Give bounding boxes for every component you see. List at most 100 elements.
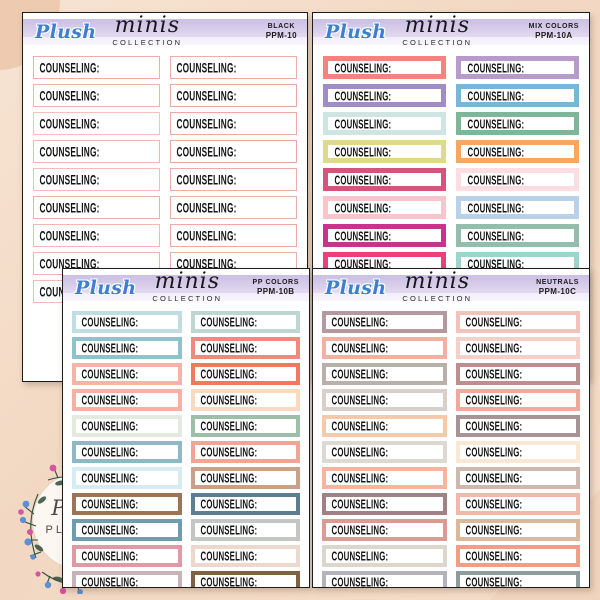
sticker-label[interactable]: COUNSELING: bbox=[456, 168, 579, 191]
sticker-label[interactable]: COUNSELING: bbox=[455, 389, 580, 411]
sticker-label[interactable]: COUNSELING: bbox=[190, 467, 300, 489]
sticker-text: COUNSELING: bbox=[465, 522, 522, 538]
sticker-inner-frame: COUNSELING: bbox=[194, 315, 296, 330]
sticker-label[interactable]: COUNSELING: bbox=[323, 84, 446, 107]
sticker-text: COUNSELING: bbox=[331, 340, 389, 356]
sticker-label[interactable]: COUNSELING: bbox=[456, 140, 579, 163]
sticker-label[interactable]: COUNSELING: bbox=[72, 441, 182, 463]
sticker-label[interactable]: COUNSELING: bbox=[455, 467, 580, 489]
sticker-label[interactable]: COUNSELING: bbox=[72, 363, 182, 385]
sticker-label[interactable]: COUNSELING: bbox=[322, 363, 447, 385]
sticker-label[interactable]: COUNSELING: bbox=[190, 519, 300, 541]
sticker-label[interactable]: COUNSELING: bbox=[322, 415, 447, 437]
sticker-label[interactable]: COUNSELING: bbox=[72, 415, 182, 437]
sticker-label[interactable]: COUNSELING: bbox=[33, 140, 160, 163]
sticker-label[interactable]: COUNSELING: bbox=[190, 389, 300, 411]
sticker-label[interactable]: COUNSELING: bbox=[72, 311, 182, 333]
sticker-label[interactable]: COUNSELING: bbox=[170, 224, 297, 247]
sticker-label[interactable]: COUNSELING: bbox=[72, 389, 182, 411]
sticker-inner-frame: COUNSELING: bbox=[76, 497, 178, 512]
sticker-label[interactable]: COUNSELING: bbox=[456, 112, 579, 135]
sticker-inner-frame: COUNSELING: bbox=[459, 575, 576, 587]
sticker-label[interactable]: COUNSELING: bbox=[170, 168, 297, 191]
sticker-label[interactable]: COUNSELING: bbox=[190, 545, 300, 567]
sticker-label[interactable]: COUNSELING: bbox=[456, 196, 579, 219]
sticker-label[interactable]: COUNSELING: bbox=[190, 415, 300, 437]
sticker-label[interactable]: COUNSELING: bbox=[322, 467, 447, 489]
sticker-label[interactable]: COUNSELING: bbox=[322, 519, 447, 541]
sticker-label[interactable]: COUNSELING: bbox=[455, 415, 580, 437]
sticker-label[interactable]: COUNSELING: bbox=[322, 337, 447, 359]
sticker-label[interactable]: COUNSELING: bbox=[190, 493, 300, 515]
sticker-text: COUNSELING: bbox=[467, 60, 525, 75]
sticker-inner-frame: COUNSELING: bbox=[459, 419, 576, 434]
sticker-label[interactable]: COUNSELING: bbox=[190, 571, 300, 587]
sticker-label[interactable]: COUNSELING: bbox=[455, 545, 580, 567]
sticker-label[interactable]: COUNSELING: bbox=[322, 545, 447, 567]
sticker-label[interactable]: COUNSELING: bbox=[322, 441, 447, 463]
sticker-label[interactable]: COUNSELING: bbox=[322, 389, 447, 411]
collection-title: minis bbox=[404, 13, 471, 39]
sticker-label[interactable]: COUNSELING: bbox=[72, 519, 182, 541]
sticker-label[interactable]: COUNSELING: bbox=[33, 196, 160, 219]
sticker-label[interactable]: COUNSELING: bbox=[455, 311, 580, 333]
sticker-label[interactable]: COUNSELING: bbox=[455, 441, 580, 463]
sticker-label[interactable]: COUNSELING: bbox=[455, 337, 580, 359]
sticker-label[interactable]: COUNSELING: bbox=[455, 363, 580, 385]
sticker-text: COUNSELING: bbox=[467, 144, 525, 159]
sticker-inner-frame: COUNSELING: bbox=[194, 393, 296, 408]
sticker-label[interactable]: COUNSELING: bbox=[322, 311, 447, 333]
sticker-label[interactable]: COUNSELING: bbox=[170, 112, 297, 135]
sticker-text: COUNSELING: bbox=[331, 496, 389, 512]
sticker-text: COUNSELING: bbox=[331, 548, 389, 564]
sticker-text: COUNSELING: bbox=[465, 340, 522, 356]
sticker-grid: COUNSELING: COUNSELING: COUNSELING: COUNSEL… bbox=[313, 307, 589, 587]
sticker-label[interactable]: COUNSELING: bbox=[456, 84, 579, 107]
sticker-text: COUNSELING: bbox=[176, 228, 237, 243]
sticker-label[interactable]: COUNSELING: bbox=[72, 467, 182, 489]
sticker-inner-frame: COUNSELING: bbox=[194, 445, 296, 460]
sticker-label[interactable]: COUNSELING: bbox=[170, 56, 297, 79]
sticker-label[interactable]: COUNSELING: bbox=[33, 112, 160, 135]
sticker-label[interactable]: COUNSELING: bbox=[323, 56, 446, 79]
sticker-label[interactable]: COUNSELING: bbox=[323, 224, 446, 247]
sku-code: PPM-10A bbox=[535, 31, 573, 41]
sticker-sheet-neutrals[interactable]: Plush minis COLLECTION NEUTRALS PPM-10C COUNS… bbox=[312, 268, 590, 588]
sticker-label[interactable]: COUNSELING: bbox=[72, 493, 182, 515]
sticker-label[interactable]: COUNSELING: bbox=[190, 337, 300, 359]
sticker-inner-frame: COUNSELING: bbox=[76, 341, 178, 356]
sticker-label[interactable]: COUNSELING: bbox=[323, 112, 446, 135]
sticker-label[interactable]: COUNSELING: bbox=[455, 493, 580, 515]
sticker-label[interactable]: COUNSELING: bbox=[33, 56, 160, 79]
sticker-label[interactable]: COUNSELING: bbox=[72, 545, 182, 567]
sticker-text: COUNSELING: bbox=[200, 418, 257, 434]
sticker-label[interactable]: COUNSELING: bbox=[33, 84, 160, 107]
sticker-sheet-pp-colors[interactable]: Plush minis COLLECTION PP COLORS PPM-10B COUN… bbox=[62, 268, 310, 588]
sticker-label[interactable]: COUNSELING: bbox=[72, 571, 182, 587]
sticker-label[interactable]: COUNSELING: bbox=[190, 441, 300, 463]
sticker-label[interactable]: COUNSELING: bbox=[455, 571, 580, 587]
sticker-label[interactable]: COUNSELING: bbox=[170, 196, 297, 219]
sticker-label[interactable]: COUNSELING: bbox=[456, 56, 579, 79]
sticker-label[interactable]: COUNSELING: bbox=[456, 224, 579, 247]
sticker-label[interactable]: COUNSELING: bbox=[72, 337, 182, 359]
sticker-label[interactable]: COUNSELING: bbox=[322, 493, 447, 515]
sticker-label[interactable]: COUNSELING: bbox=[323, 196, 446, 219]
sticker-inner-frame: COUNSELING: bbox=[461, 144, 574, 159]
sticker-text: COUNSELING: bbox=[200, 470, 257, 486]
sticker-label[interactable]: COUNSELING: bbox=[190, 311, 300, 333]
sticker-label[interactable]: COUNSELING: bbox=[33, 224, 160, 247]
sticker-inner-frame: COUNSELING: bbox=[326, 367, 443, 382]
sticker-label[interactable]: COUNSELING: bbox=[170, 84, 297, 107]
sticker-inner-frame: COUNSELING: bbox=[326, 340, 443, 356]
sticker-label[interactable]: COUNSELING: bbox=[323, 168, 446, 191]
sticker-label[interactable]: COUNSELING: bbox=[190, 363, 300, 385]
sticker-label[interactable]: COUNSELING: bbox=[33, 168, 160, 191]
sticker-label[interactable]: COUNSELING: bbox=[322, 571, 447, 587]
sticker-label[interactable]: COUNSELING: bbox=[455, 519, 580, 541]
sticker-inner-frame: COUNSELING: bbox=[328, 172, 441, 187]
sku-name: NEUTRALS bbox=[536, 278, 579, 286]
sticker-label[interactable]: COUNSELING: bbox=[170, 140, 297, 163]
sticker-label[interactable]: COUNSELING: bbox=[323, 140, 446, 163]
sticker-inner-frame: COUNSELING: bbox=[459, 445, 576, 460]
